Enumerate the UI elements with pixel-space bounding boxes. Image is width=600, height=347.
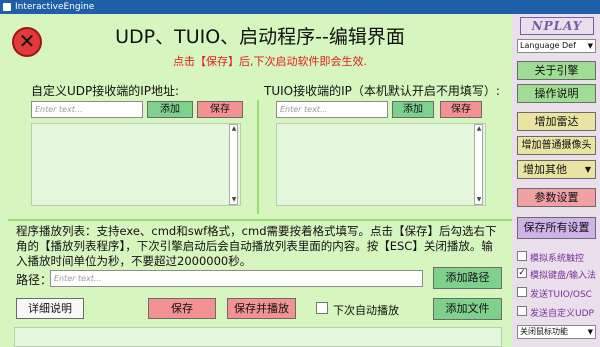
- add-path-button[interactable]: 添加路径: [433, 267, 502, 289]
- add-radar-button[interactable]: 增加雷达: [517, 112, 596, 131]
- section-divider-horizontal: [8, 219, 513, 221]
- params-button[interactable]: 参数设置: [517, 188, 596, 207]
- add-other-select[interactable]: 增加其他 ▼: [517, 160, 596, 179]
- scroll-up-icon[interactable]: ▲: [476, 126, 482, 132]
- tuio-ip-list[interactable]: [276, 123, 486, 206]
- simulate-keyboard-checkbox[interactable]: ✓: [517, 268, 527, 278]
- udp-save-button[interactable]: 保存: [197, 101, 243, 118]
- save-and-play-button[interactable]: 保存并播放: [227, 298, 296, 319]
- scroll-down-icon[interactable]: ▼: [231, 197, 237, 203]
- mouse-function-select[interactable]: 关闭鼠标功能 ▼: [517, 325, 596, 339]
- add-camera-button[interactable]: 增加普通摄像头: [517, 136, 596, 155]
- manual-button[interactable]: 操作说明: [517, 84, 596, 103]
- send-udp-label: 发送自定义UDP: [530, 309, 594, 319]
- path-label: 路径：: [16, 273, 53, 287]
- scroll-up-icon[interactable]: ▲: [231, 126, 237, 132]
- path-input[interactable]: Enter text...: [50, 270, 423, 287]
- app-icon: [3, 3, 11, 11]
- simulate-touch-checkbox[interactable]: [517, 251, 527, 261]
- language-select-value: Language Def: [520, 41, 576, 50]
- tuio-ip-label: TUIO接收端的IP（本机默认开启不用填写）:: [264, 84, 500, 98]
- send-tuio-checkbox[interactable]: [517, 287, 527, 297]
- tuio-add-button[interactable]: 添加: [392, 101, 434, 118]
- nplay-logo: NPLAY: [520, 17, 594, 35]
- playlist-list[interactable]: [14, 327, 502, 347]
- send-tuio-label: 发送TUIO/OSC: [530, 290, 592, 300]
- simulate-touch-label: 模拟系统触控: [530, 254, 585, 264]
- add-file-button[interactable]: 添加文件: [433, 298, 502, 320]
- chevron-down-icon: ▼: [584, 165, 591, 174]
- playlist-save-button[interactable]: 保存: [148, 298, 216, 319]
- autoplay-checkbox[interactable]: [316, 302, 328, 314]
- add-other-label: 增加其他: [523, 163, 567, 176]
- udp-list-scrollbar[interactable]: ▲ ▼: [229, 124, 238, 205]
- language-select[interactable]: Language Def ▼: [517, 39, 596, 53]
- section-divider-vertical: [257, 100, 259, 214]
- save-all-button[interactable]: 保存所有设置: [517, 217, 596, 239]
- send-udp-checkbox[interactable]: [517, 306, 527, 316]
- tuio-list-scrollbar[interactable]: ▲ ▼: [474, 124, 483, 205]
- tuio-save-button[interactable]: 保存: [440, 101, 482, 118]
- detail-button[interactable]: 详细说明: [16, 298, 84, 319]
- window-title: InteractiveEngine: [15, 2, 95, 12]
- scroll-down-icon[interactable]: ▼: [476, 197, 482, 203]
- playlist-description: 程序播放列表：支持exe、cmd和swf格式，cmd需要按着格式填写。点击【保存…: [16, 224, 497, 268]
- close-icon[interactable]: ✕: [12, 27, 42, 57]
- chevron-down-icon: ▼: [587, 42, 593, 50]
- udp-ip-label: 自定义UDP接收端的IP地址:: [31, 84, 180, 98]
- udp-add-button[interactable]: 添加: [147, 101, 193, 118]
- mouse-function-value: 关闭鼠标功能: [520, 327, 568, 336]
- page-title: UDP、TUIO、启动程序--编辑界面: [115, 26, 405, 48]
- tuio-ip-input[interactable]: Enter text...: [276, 101, 388, 118]
- udp-ip-input[interactable]: Enter text...: [31, 101, 143, 118]
- about-engine-button[interactable]: 关于引擎: [517, 61, 596, 80]
- udp-ip-list[interactable]: [31, 123, 241, 206]
- chevron-down-icon: ▼: [587, 328, 593, 336]
- simulate-keyboard-label: 模拟键盘/输入法: [530, 271, 597, 281]
- autoplay-label: 下次自动播放: [333, 304, 399, 317]
- window-titlebar: InteractiveEngine: [0, 0, 600, 14]
- save-notice: 点击【保存】后,下次启动软件即会生效.: [173, 55, 367, 68]
